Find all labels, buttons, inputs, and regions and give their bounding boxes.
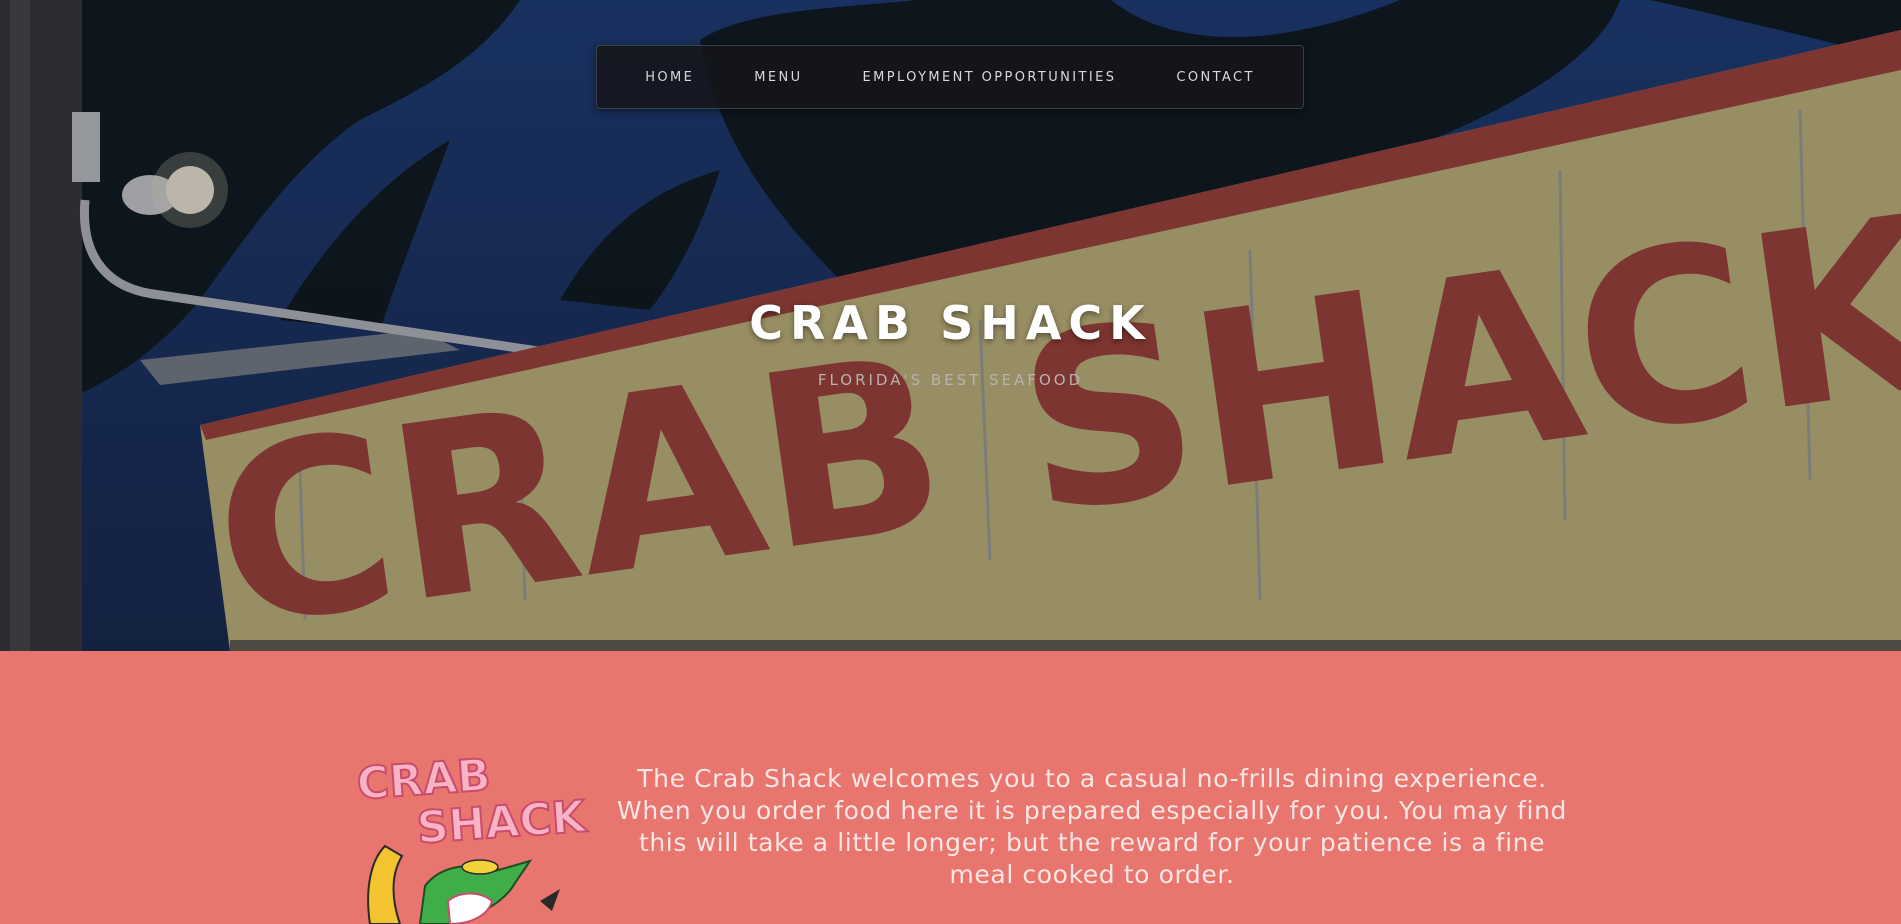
main-nav: HOME MENU EMPLOYMENT OPPORTUNITIES CONTA… (596, 45, 1304, 109)
hero-banner: CRAB SHACK HOME MENU EMPLOYMENT OPPORTUN… (0, 0, 1901, 651)
site-title: CRAB SHACK (749, 296, 1152, 350)
nav-contact[interactable]: CONTACT (1146, 70, 1284, 85)
site-tagline: FLORIDA'S BEST SEAFOOD (817, 371, 1084, 389)
nav-employment-opportunities[interactable]: EMPLOYMENT OPPORTUNITIES (833, 70, 1147, 85)
intro-section: CRAB SHACK The Crab Shack welcomes you t… (0, 651, 1901, 924)
crab-shack-logo: CRAB SHACK (354, 751, 590, 924)
nav-menu[interactable]: MENU (724, 70, 832, 85)
logo-text-shack: SHACK (415, 791, 589, 854)
intro-paragraph: The Crab Shack welcomes you to a casual … (617, 764, 1567, 889)
nav-home[interactable]: HOME (615, 70, 724, 85)
